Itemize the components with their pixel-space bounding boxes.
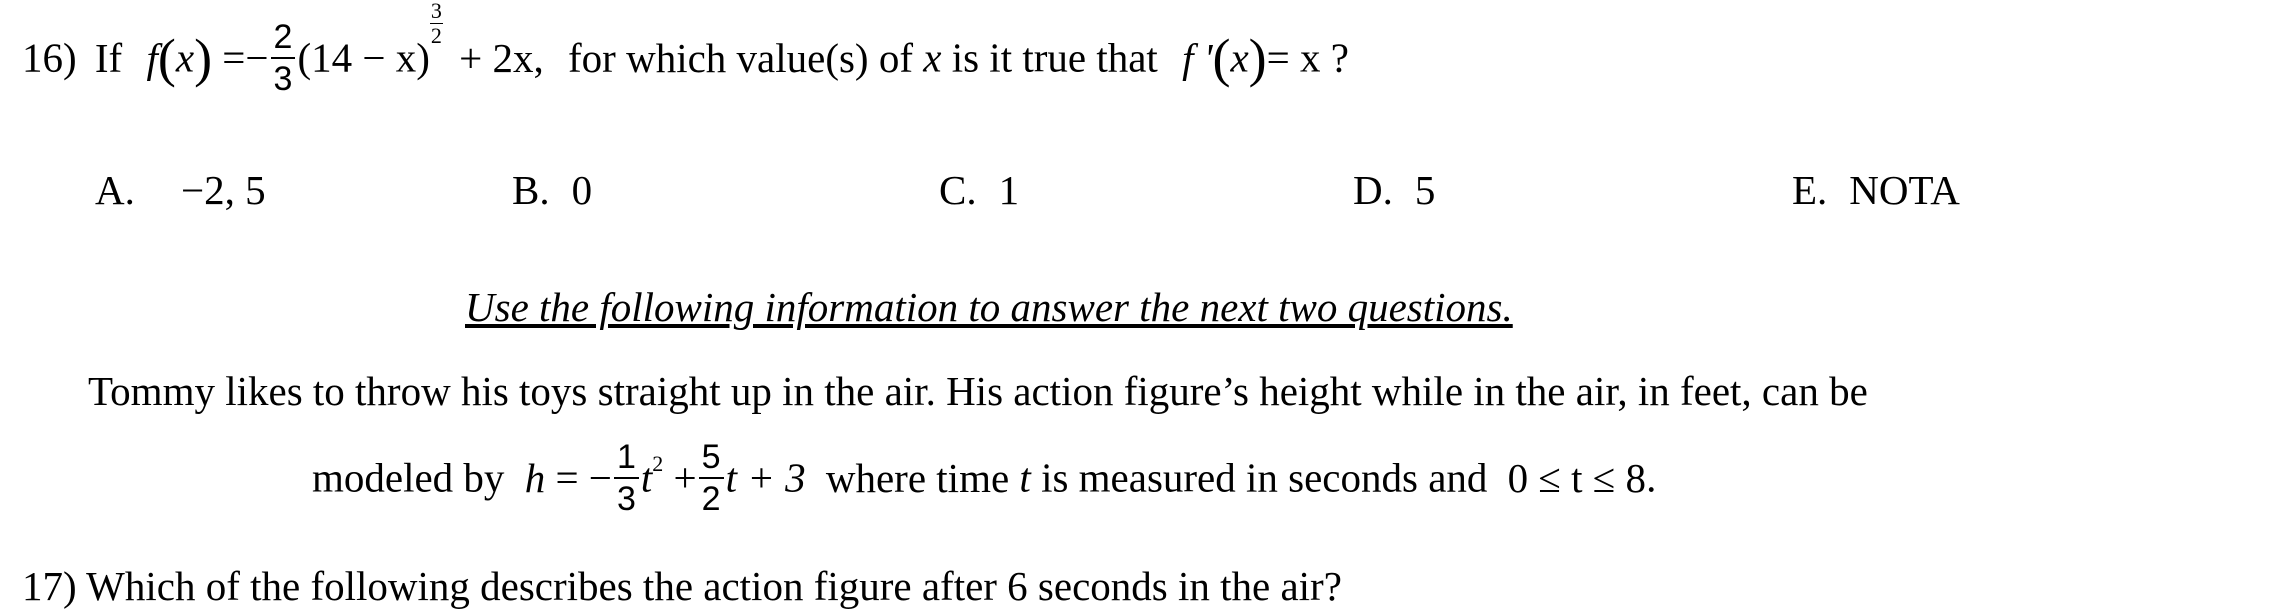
where-text: where time xyxy=(825,454,1010,501)
paragraph-line-2: modeled by h = −1 3 t2 +5 2 t + 3 where time… xyxy=(312,428,1657,516)
fraction-denominator: 2 xyxy=(701,480,721,519)
choice-value: 0 xyxy=(571,167,593,213)
derivative-var: x xyxy=(1230,34,1249,81)
question-16: 16) If f(x) =− 2 3 (14 − x) 3 2 + 2x, for whi… xyxy=(22,0,1349,99)
function-f: f xyxy=(146,34,158,81)
open-paren: ( xyxy=(157,28,176,89)
derivative-label: f ' xyxy=(1182,34,1213,81)
linear-t-term: t + 3 xyxy=(725,454,806,501)
var-h: h xyxy=(524,454,546,501)
measured-text: is measured in seconds and xyxy=(1041,454,1488,501)
question-middle-text: for which value(s) of xyxy=(568,34,913,81)
equation-rhs: = x ? xyxy=(1266,34,1349,81)
exponent-fraction: 32 xyxy=(429,0,443,48)
close-paren: ) xyxy=(194,28,213,89)
choice-letter: D. xyxy=(1353,167,1393,213)
choice-d[interactable]: D. 5 xyxy=(1353,166,1435,214)
fraction-five-halves: 52 xyxy=(698,440,724,519)
exponent-numerator: 3 xyxy=(429,0,443,24)
fraction-one-third: 13 xyxy=(613,440,639,519)
question-lead: If xyxy=(94,34,123,81)
period: . xyxy=(1646,454,1657,501)
choice-letter: B. xyxy=(512,167,550,213)
choice-a[interactable]: A. −2, 5 xyxy=(95,166,266,214)
open-paren-2: ( xyxy=(1212,28,1231,89)
fraction-numerator: 1 xyxy=(613,440,639,480)
close-paren-2: ) xyxy=(1248,28,1267,89)
choice-value: NOTA xyxy=(1849,167,1960,213)
choice-value: 1 xyxy=(998,167,1020,213)
choice-b[interactable]: B. 0 xyxy=(512,166,592,214)
coefficient-fraction: 23 xyxy=(270,20,296,99)
equals-sign: = xyxy=(222,34,246,81)
question-tail-text: is it true that xyxy=(951,34,1158,81)
function-var: x xyxy=(175,34,195,81)
choice-value: −2, 5 xyxy=(181,167,266,213)
linear-term: + 2x, xyxy=(459,34,544,81)
fraction-denominator: 3 xyxy=(616,480,636,519)
question-17-partial: 17) Which of the following describes the… xyxy=(22,563,1342,609)
inner-expression: (14 − x) xyxy=(297,34,430,81)
choice-letter: E. xyxy=(1792,167,1828,213)
time-range: 0 ≤ t ≤ 8 xyxy=(1507,454,1647,501)
choice-letter: C. xyxy=(939,167,977,213)
info-heading: Use the following information to answer … xyxy=(465,284,1513,330)
exponent-two: 2 xyxy=(652,451,664,476)
minus-sign: − xyxy=(245,34,269,81)
var-t-squared: t xyxy=(640,454,653,501)
choice-value: 5 xyxy=(1414,167,1436,213)
plus-sign: + xyxy=(673,454,697,501)
equals-minus: = − xyxy=(555,454,612,501)
coefficient-numerator: 2 xyxy=(270,20,296,60)
variable-x: x xyxy=(923,34,942,81)
var-t: t xyxy=(1019,454,1031,501)
fraction-numerator: 5 xyxy=(698,440,724,480)
choice-letter: A. xyxy=(95,167,135,213)
question-number: 16) xyxy=(22,34,77,81)
line2-lead: modeled by xyxy=(312,454,505,501)
exponent-denominator: 2 xyxy=(430,23,442,48)
choice-c[interactable]: C. 1 xyxy=(939,166,1019,214)
choice-e[interactable]: E. NOTA xyxy=(1792,166,1960,214)
paragraph-line-1: Tommy likes to throw his toys straight u… xyxy=(88,368,1868,414)
coefficient-denominator: 3 xyxy=(273,60,293,99)
